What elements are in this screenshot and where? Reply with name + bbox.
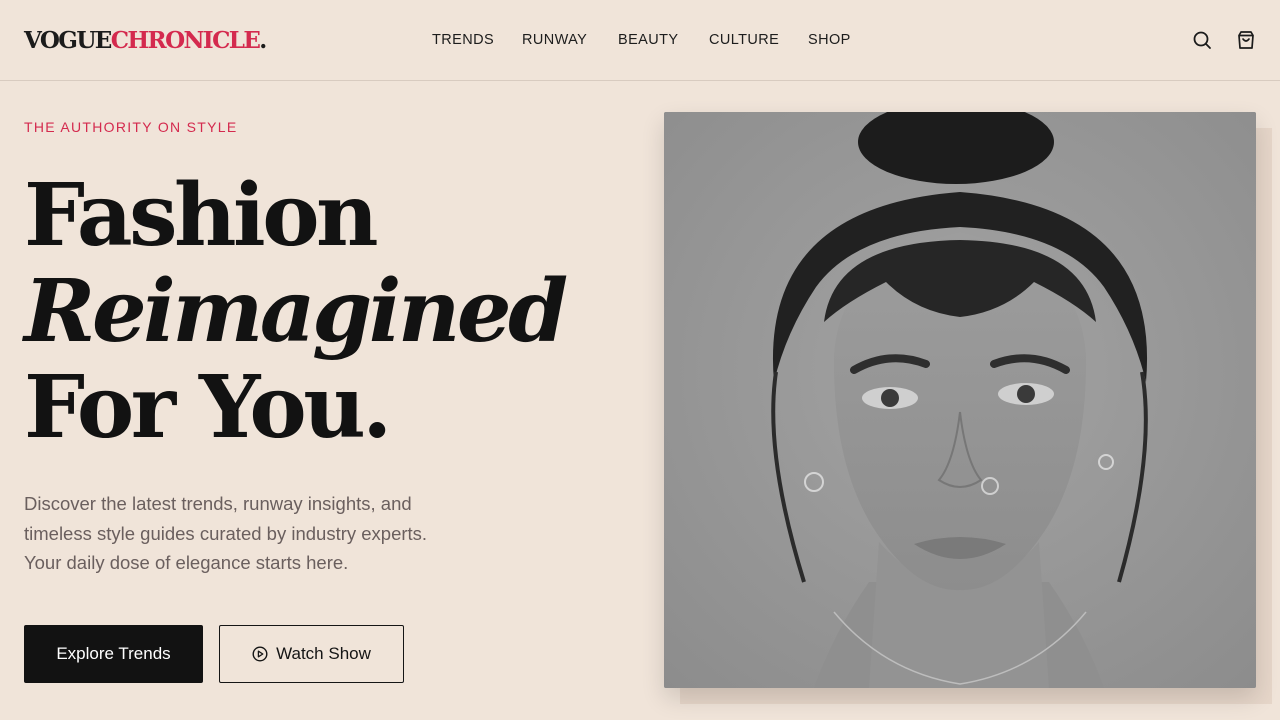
hero-description: Discover the latest trends, runway insig… <box>24 489 474 578</box>
description-line-1: Discover the latest trends, runway insig… <box>24 493 412 514</box>
portrait-illustration <box>664 112 1256 688</box>
play-circle-icon <box>252 646 268 662</box>
nav-item-culture[interactable]: CULTURE <box>709 31 779 49</box>
shopping-bag-icon <box>1238 31 1254 49</box>
watch-show-button[interactable]: Watch Show <box>219 625 404 683</box>
description-line-3: Your daily dose of elegance starts here. <box>24 552 349 573</box>
nav-item-trends[interactable]: TRENDS <box>432 31 494 49</box>
search-button[interactable] <box>1191 29 1213 51</box>
nav-item-beauty[interactable]: BEAUTY <box>618 31 678 49</box>
cart-button[interactable] <box>1235 29 1257 51</box>
page: VOGUECHRONICLE. TRENDS RUNWAY BEAUTY CUL… <box>0 0 1280 720</box>
headline-line-2: Reimagined <box>24 261 568 362</box>
site-header: VOGUECHRONICLE. TRENDS RUNWAY BEAUTY CUL… <box>0 0 1280 81</box>
hero-portrait-image <box>664 112 1256 688</box>
nav-item-shop[interactable]: SHOP <box>808 31 851 49</box>
description-line-2: timeless style guides curated by industr… <box>24 522 428 544</box>
hero-headline: Fashion Reimagined For You. <box>24 165 568 458</box>
headline-line-1: Fashion <box>24 165 379 266</box>
watch-show-label: Watch Show <box>276 644 371 663</box>
headline-line-3: For You. <box>24 357 392 458</box>
hero-kicker: THE AUTHORITY ON STYLE <box>24 119 238 135</box>
explore-trends-button[interactable]: Explore Trends <box>24 625 203 683</box>
nav-item-runway[interactable]: RUNWAY <box>522 31 587 49</box>
explore-trends-label: Explore Trends <box>56 644 171 663</box>
main-nav: TRENDS RUNWAY BEAUTY CULTURE SHOP <box>0 31 1280 49</box>
search-icon <box>1193 31 1211 49</box>
